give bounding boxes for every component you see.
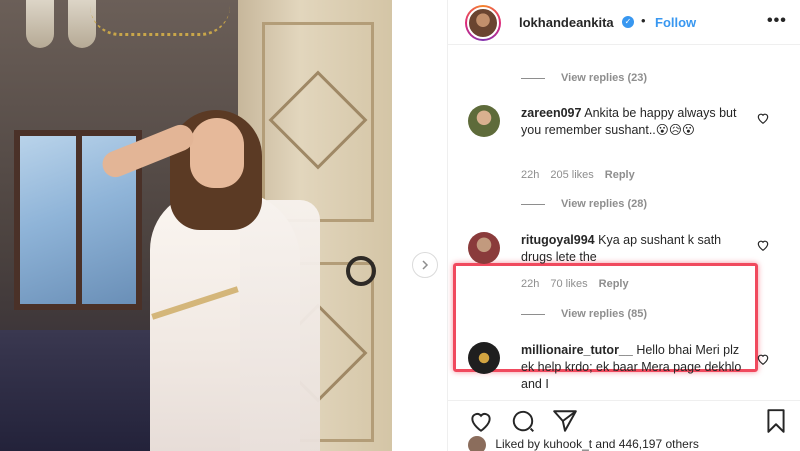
commenter-avatar[interactable] xyxy=(468,105,500,137)
comment-time[interactable]: 22h xyxy=(521,169,539,181)
reply-button[interactable]: Reply xyxy=(605,169,635,181)
comment-meta: 22h 70 likes Reply xyxy=(521,278,629,290)
view-replies-button[interactable]: View replies (28) xyxy=(521,198,647,210)
view-replies-button[interactable]: View replies (85) xyxy=(521,308,647,320)
replies-divider xyxy=(521,203,545,205)
action-bar xyxy=(448,400,800,436)
replies-divider xyxy=(521,77,545,79)
comment-body: zareen097 Ankita be happy always but you… xyxy=(521,105,743,139)
comment-body: millionaire_tutor__ Hello bhai Meri plz … xyxy=(521,342,743,393)
heart-icon[interactable] xyxy=(756,238,770,252)
commenter-avatar[interactable] xyxy=(468,342,500,374)
view-replies-label: View replies (85) xyxy=(561,308,648,320)
liked-by-text: Liked by kuhook_t and 446,197 others xyxy=(495,437,699,451)
comment-likes[interactable]: 205 likes xyxy=(550,169,593,181)
author-username[interactable]: lokhandeankita xyxy=(519,15,614,30)
photo-figure-drape xyxy=(240,200,320,451)
author-avatar[interactable] xyxy=(465,5,501,41)
view-replies-button[interactable]: View replies (23) xyxy=(521,72,647,84)
post-header: lokhandeankita ✓ • Follow ••• xyxy=(448,0,800,45)
more-options-button[interactable]: ••• xyxy=(767,12,787,30)
header-separator: • xyxy=(641,13,646,28)
comment-username[interactable]: zareen097 xyxy=(521,106,581,120)
photo-lamp xyxy=(26,0,54,48)
liker-avatar[interactable] xyxy=(468,436,486,451)
comment-body: ritugoyal994 Kya ap sushant k sath drugs… xyxy=(521,232,743,266)
heart-icon[interactable] xyxy=(468,408,494,434)
post-photo[interactable] xyxy=(0,0,392,451)
comments-panel: lokhandeankita ✓ • Follow ••• View repli… xyxy=(447,0,800,451)
comment-time[interactable]: 22h xyxy=(521,278,539,290)
heart-icon[interactable] xyxy=(756,111,770,125)
chevron-right-icon[interactable] xyxy=(412,252,438,278)
follow-button[interactable]: Follow xyxy=(655,15,696,30)
photo-door-knocker xyxy=(346,256,376,286)
heart-icon[interactable] xyxy=(756,352,770,366)
replies-divider xyxy=(521,313,545,315)
photo-figure-face xyxy=(190,118,244,188)
share-icon[interactable] xyxy=(552,408,578,434)
reply-button[interactable]: Reply xyxy=(599,278,629,290)
comment-username[interactable]: ritugoyal994 xyxy=(521,233,595,247)
photo-garland xyxy=(90,6,230,36)
comment-icon[interactable] xyxy=(510,408,536,434)
comment-meta: 22h 205 likes Reply xyxy=(521,169,635,181)
likes-summary[interactable]: Liked by kuhook_t and 446,197 others xyxy=(468,436,699,451)
commenter-avatar[interactable] xyxy=(468,232,500,264)
verified-badge-icon: ✓ xyxy=(622,16,634,28)
comment-username[interactable]: millionaire_tutor__ xyxy=(521,343,633,357)
comment-likes[interactable]: 70 likes xyxy=(550,278,587,290)
comments-list[interactable]: View replies (23) zareen097 Ankita be ha… xyxy=(448,46,800,396)
view-replies-label: View replies (28) xyxy=(561,198,648,210)
bookmark-icon[interactable] xyxy=(763,408,789,434)
view-replies-label: View replies (23) xyxy=(561,72,648,84)
